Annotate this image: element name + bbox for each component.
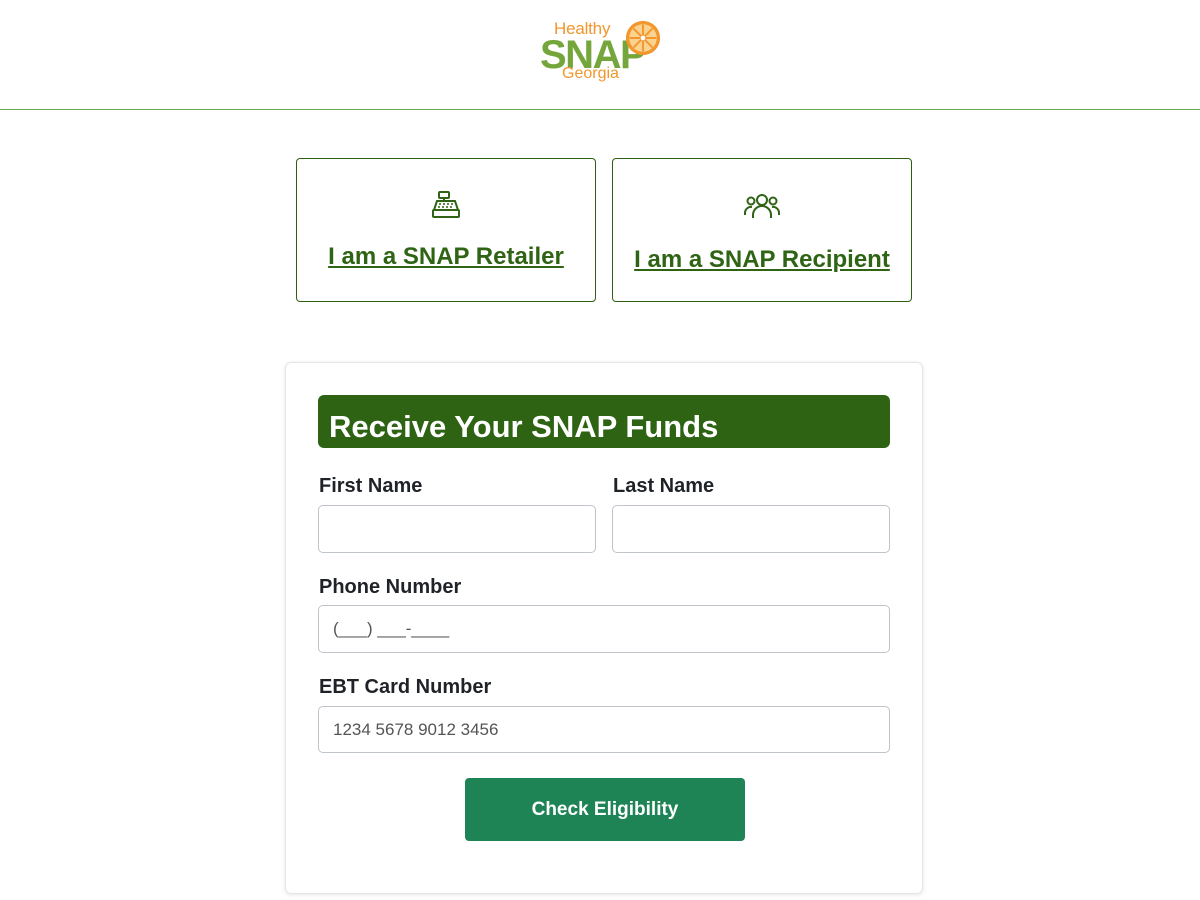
receive-funds-form: Receive Your SNAP Funds First Name Last … <box>285 362 923 894</box>
last-name-label: Last Name <box>613 475 715 497</box>
logo-text-georgia: Georgia <box>562 65 619 82</box>
users-group-icon <box>744 194 780 218</box>
role-card-snap-recipient[interactable]: I am a SNAP Recipient <box>612 158 912 302</box>
role-card-snap-retailer[interactable]: I am a SNAP Retailer <box>296 158 596 302</box>
first-name-field[interactable] <box>318 505 596 553</box>
ebt-card-number-label: EBT Card Number <box>319 676 492 698</box>
orange-slice-icon <box>625 20 661 56</box>
phone-number-label: Phone Number <box>319 576 462 598</box>
role-card-label[interactable]: I am a SNAP Retailer <box>297 243 595 271</box>
check-eligibility-button[interactable]: Check Eligibility <box>465 778 745 841</box>
role-card-label[interactable]: I am a SNAP Recipient <box>613 246 911 274</box>
last-name-field[interactable] <box>612 505 890 553</box>
cash-register-icon <box>432 191 460 218</box>
phone-number-field[interactable] <box>318 605 890 653</box>
form-title: Receive Your SNAP Funds <box>318 395 890 448</box>
healthy-snap-georgia-logo[interactable]: Healthy SNAP Georgia <box>540 17 662 85</box>
ebt-card-number-field[interactable] <box>318 706 890 753</box>
site-header: Healthy SNAP Georgia <box>0 0 1200 110</box>
first-name-label: First Name <box>319 475 423 497</box>
